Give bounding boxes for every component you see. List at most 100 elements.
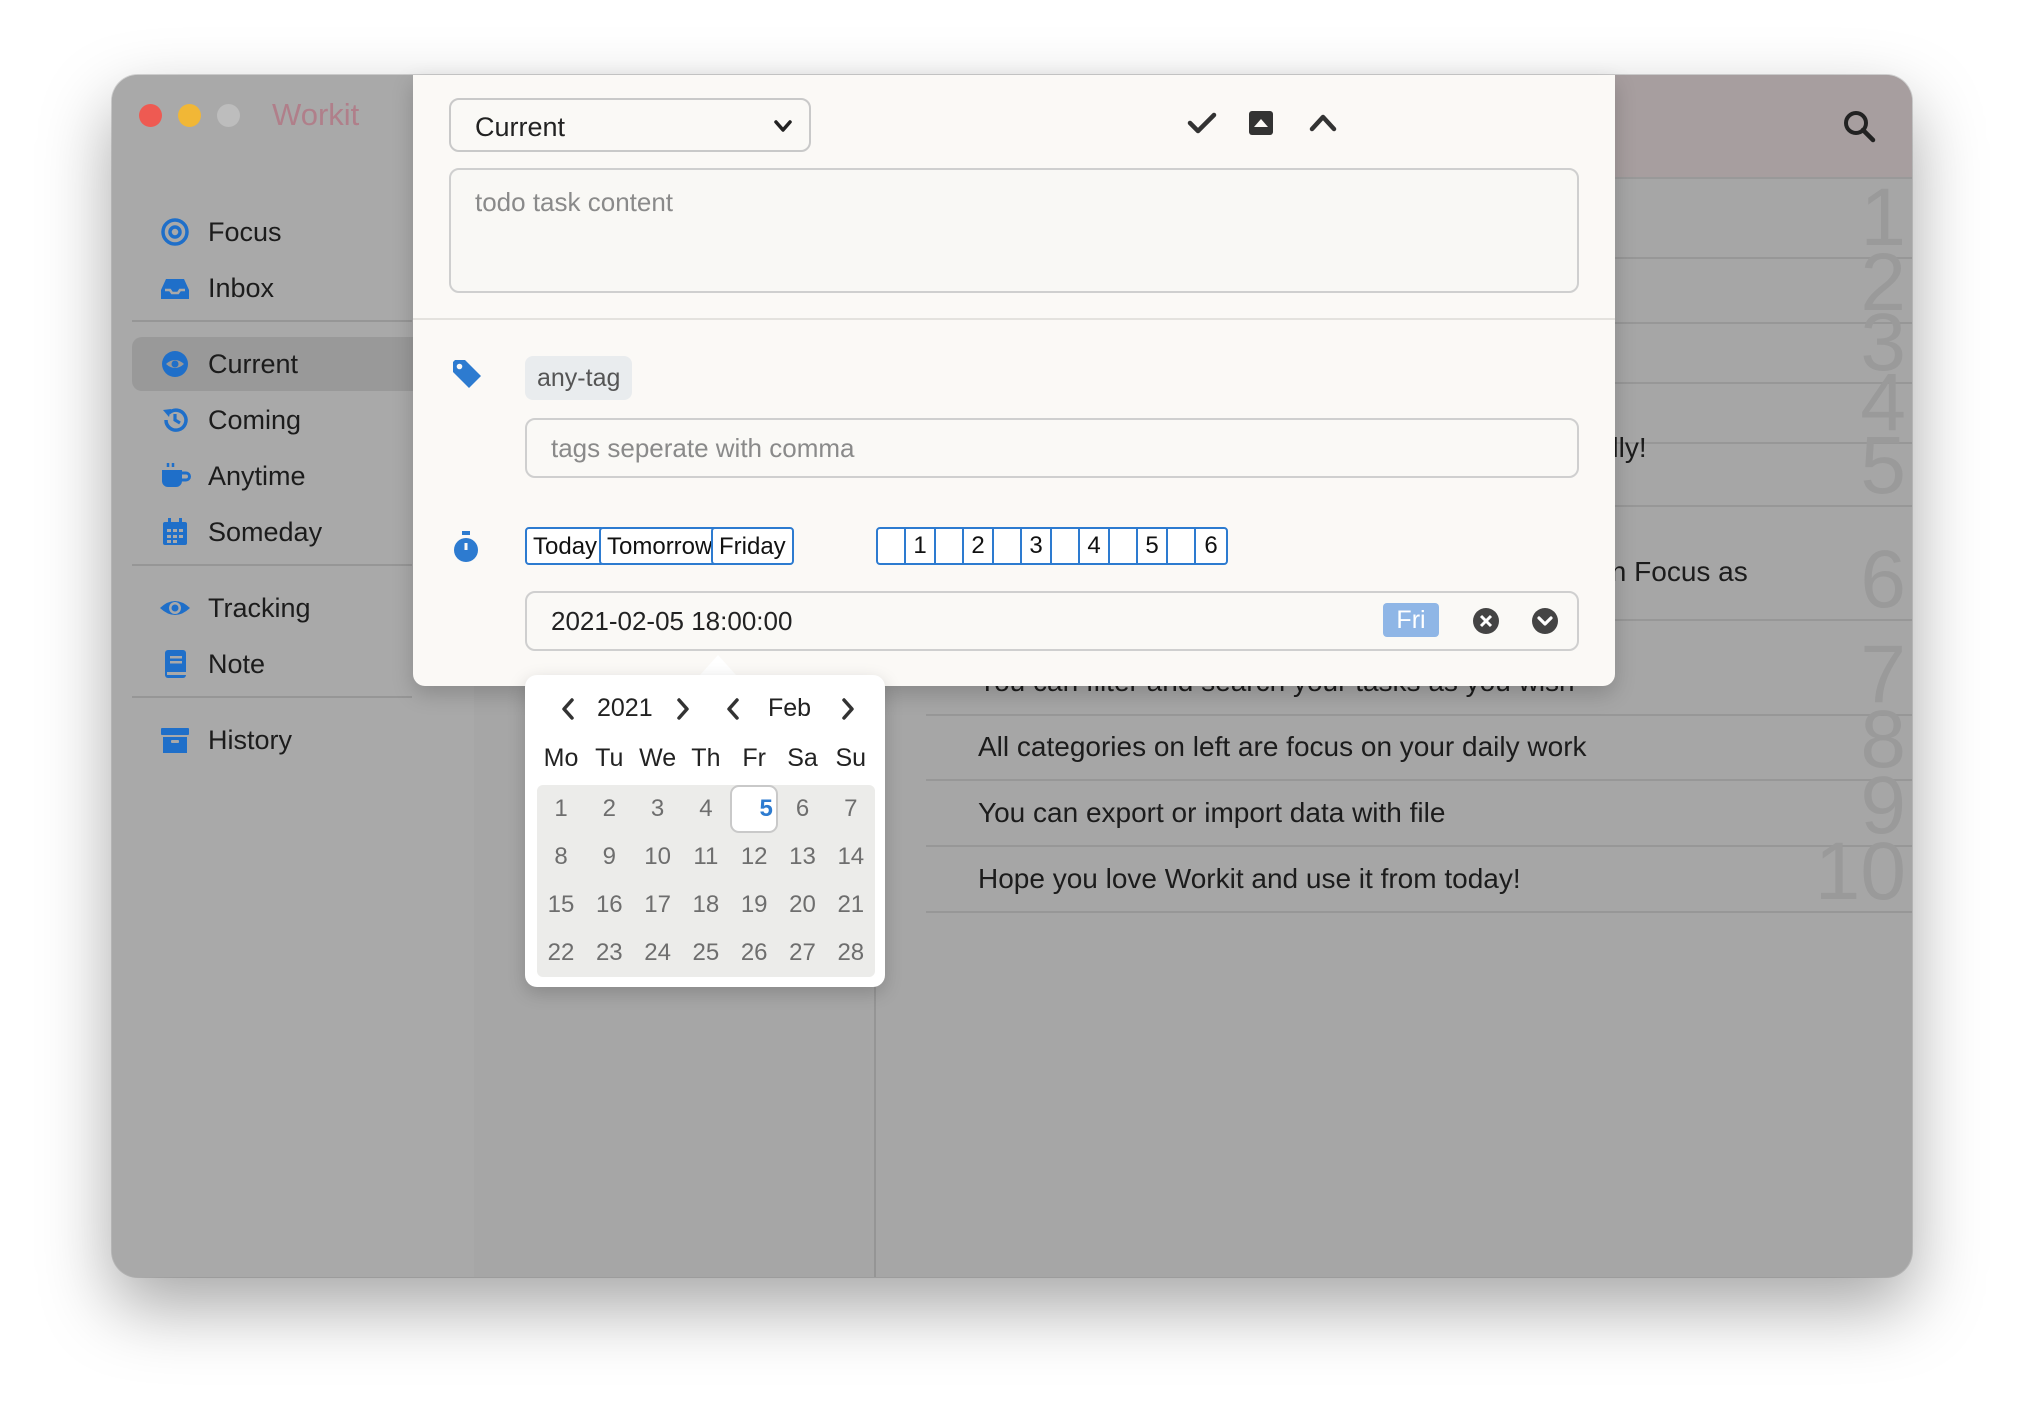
calendar-day[interactable]: 14 bbox=[827, 833, 875, 881]
app-title: Workit bbox=[272, 97, 360, 132]
weekday-label: Tu bbox=[595, 744, 624, 772]
stopwatch-icon bbox=[451, 530, 481, 569]
chevron-right-icon bbox=[842, 698, 854, 720]
quick-date-today-button[interactable]: Today bbox=[525, 527, 606, 565]
calendar-day[interactable]: 6 bbox=[779, 785, 827, 833]
coffee-icon bbox=[158, 459, 192, 493]
calendar-day[interactable]: 17 bbox=[634, 881, 682, 929]
zoom-window-button[interactable] bbox=[217, 104, 240, 127]
confirm-button[interactable] bbox=[1182, 103, 1222, 143]
calendar-day[interactable]: 13 bbox=[779, 833, 827, 881]
calendar-day[interactable]: 9 bbox=[585, 833, 633, 881]
day-offset-spacer bbox=[936, 529, 964, 563]
quick-date-tomorrow-button[interactable]: Tomorrow bbox=[599, 527, 721, 565]
day-offset-button[interactable]: 3 bbox=[1022, 529, 1052, 563]
calendar-day[interactable]: 26 bbox=[730, 929, 778, 977]
day-offset-buttons: 123456 bbox=[876, 527, 1228, 565]
sidebar-divider bbox=[132, 320, 412, 322]
calendar-day[interactable]: 3 bbox=[634, 785, 682, 833]
calendar-day[interactable]: 22 bbox=[537, 929, 585, 977]
sidebar-item-label: Someday bbox=[208, 516, 323, 547]
day-offset-spacer bbox=[994, 529, 1022, 563]
calendar-day[interactable]: 19 bbox=[730, 881, 778, 929]
calendar-day[interactable]: 4 bbox=[682, 785, 730, 833]
next-month-button[interactable] bbox=[835, 695, 861, 723]
task-row[interactable]: You can export or import data with file 9 bbox=[926, 765, 1912, 847]
day-offset-spacer bbox=[1052, 529, 1080, 563]
calendar-day[interactable]: 1 bbox=[537, 785, 585, 833]
calendar-day[interactable]: 10 bbox=[634, 833, 682, 881]
calendar-day[interactable]: 20 bbox=[779, 881, 827, 929]
search-icon[interactable] bbox=[1842, 109, 1876, 148]
calendar-day[interactable]: 12 bbox=[730, 833, 778, 881]
next-year-button[interactable] bbox=[670, 695, 696, 723]
weekday-label: Sa bbox=[787, 744, 818, 772]
calendar-days: 1 2 3 4 5 6 7 8 9 10 11 12 13 14 15 16 17 18 19 20 21 22 23 24 2… bbox=[537, 785, 875, 977]
calendar-year: 2021 bbox=[597, 694, 653, 722]
calendar-icon bbox=[158, 515, 192, 549]
close-window-button[interactable] bbox=[139, 104, 162, 127]
date-picker: 2021 Feb Mo Tu We Th Fr Sa Su 1 2 3 4 5 6 7 8 9 10 11 12 1… bbox=[525, 675, 885, 987]
expand-button[interactable] bbox=[1241, 103, 1281, 143]
day-offset-spacer bbox=[878, 529, 906, 563]
day-offset-button[interactable]: 4 bbox=[1080, 529, 1110, 563]
calendar-day[interactable]: 23 bbox=[585, 929, 633, 977]
calendar-day[interactable]: 18 bbox=[682, 881, 730, 929]
calendar-pointer bbox=[700, 655, 736, 675]
tag-chip[interactable]: any-tag bbox=[525, 356, 633, 400]
book-icon bbox=[158, 647, 192, 681]
day-offset-spacer bbox=[1168, 529, 1196, 563]
clear-date-button[interactable] bbox=[1471, 606, 1501, 636]
weekday-label: We bbox=[639, 744, 677, 772]
chevron-up-icon bbox=[1309, 114, 1337, 132]
task-row-number: 6 bbox=[1860, 534, 1906, 625]
calendar-day[interactable]: 8 bbox=[537, 833, 585, 881]
calendar-day[interactable]: 2 bbox=[585, 785, 633, 833]
collapse-button[interactable] bbox=[1303, 103, 1343, 143]
caret-square-up-icon bbox=[1249, 111, 1273, 135]
tag-icon bbox=[451, 358, 483, 395]
inbox-icon bbox=[158, 271, 192, 305]
toggle-calendar-button[interactable] bbox=[1530, 606, 1560, 636]
task-content-input[interactable]: todo task content bbox=[449, 168, 1579, 293]
calendar-day[interactable]: 11 bbox=[682, 833, 730, 881]
task-row-number: 10 bbox=[1814, 826, 1906, 917]
calendar-day[interactable]: 16 bbox=[585, 881, 633, 929]
sidebar-item-label: Note bbox=[208, 648, 266, 679]
chevron-left-icon bbox=[727, 698, 739, 720]
eye-icon bbox=[158, 591, 192, 625]
day-offset-button[interactable]: 2 bbox=[964, 529, 994, 563]
divider bbox=[413, 318, 1615, 320]
task-text: All categories on left are focus on your… bbox=[978, 731, 1587, 762]
day-offset-button[interactable]: 5 bbox=[1138, 529, 1168, 563]
calendar-day[interactable]: 25 bbox=[682, 929, 730, 977]
calendar-day-selected[interactable]: 5 bbox=[730, 785, 779, 833]
category-select[interactable]: Current bbox=[449, 98, 811, 152]
calendar-day[interactable]: 28 bbox=[827, 929, 875, 977]
calendar-day[interactable]: 15 bbox=[537, 881, 585, 929]
minimize-window-button[interactable] bbox=[178, 104, 201, 127]
tags-input[interactable]: tags seperate with comma bbox=[525, 418, 1579, 478]
quick-date-friday-button[interactable]: Friday bbox=[711, 527, 794, 565]
times-circle-icon bbox=[1473, 608, 1499, 634]
chevron-right-icon bbox=[677, 698, 689, 720]
task-row[interactable]: All categories on left are focus on your… bbox=[926, 699, 1912, 781]
calendar-day[interactable]: 27 bbox=[779, 929, 827, 977]
category-select-value: Current bbox=[475, 112, 566, 142]
chevron-down-icon bbox=[773, 100, 793, 174]
chevron-left-icon bbox=[562, 698, 574, 720]
sidebar-item-history[interactable]: History bbox=[132, 713, 492, 767]
day-offset-button[interactable]: 6 bbox=[1196, 529, 1226, 563]
day-offset-button[interactable]: 1 bbox=[906, 529, 936, 563]
day-offset-spacer bbox=[1110, 529, 1138, 563]
sidebar-divider bbox=[132, 696, 412, 698]
calendar-day[interactable]: 7 bbox=[827, 785, 875, 833]
calendar-day[interactable]: 21 bbox=[827, 881, 875, 929]
prev-year-button[interactable] bbox=[555, 695, 581, 723]
archive-icon bbox=[158, 723, 192, 757]
task-row-number: 5 bbox=[1860, 420, 1906, 511]
task-row[interactable]: Hope you love Workit and use it from tod… bbox=[926, 831, 1912, 913]
prev-month-button[interactable] bbox=[720, 695, 746, 723]
target-icon bbox=[158, 215, 192, 249]
calendar-day[interactable]: 24 bbox=[634, 929, 682, 977]
